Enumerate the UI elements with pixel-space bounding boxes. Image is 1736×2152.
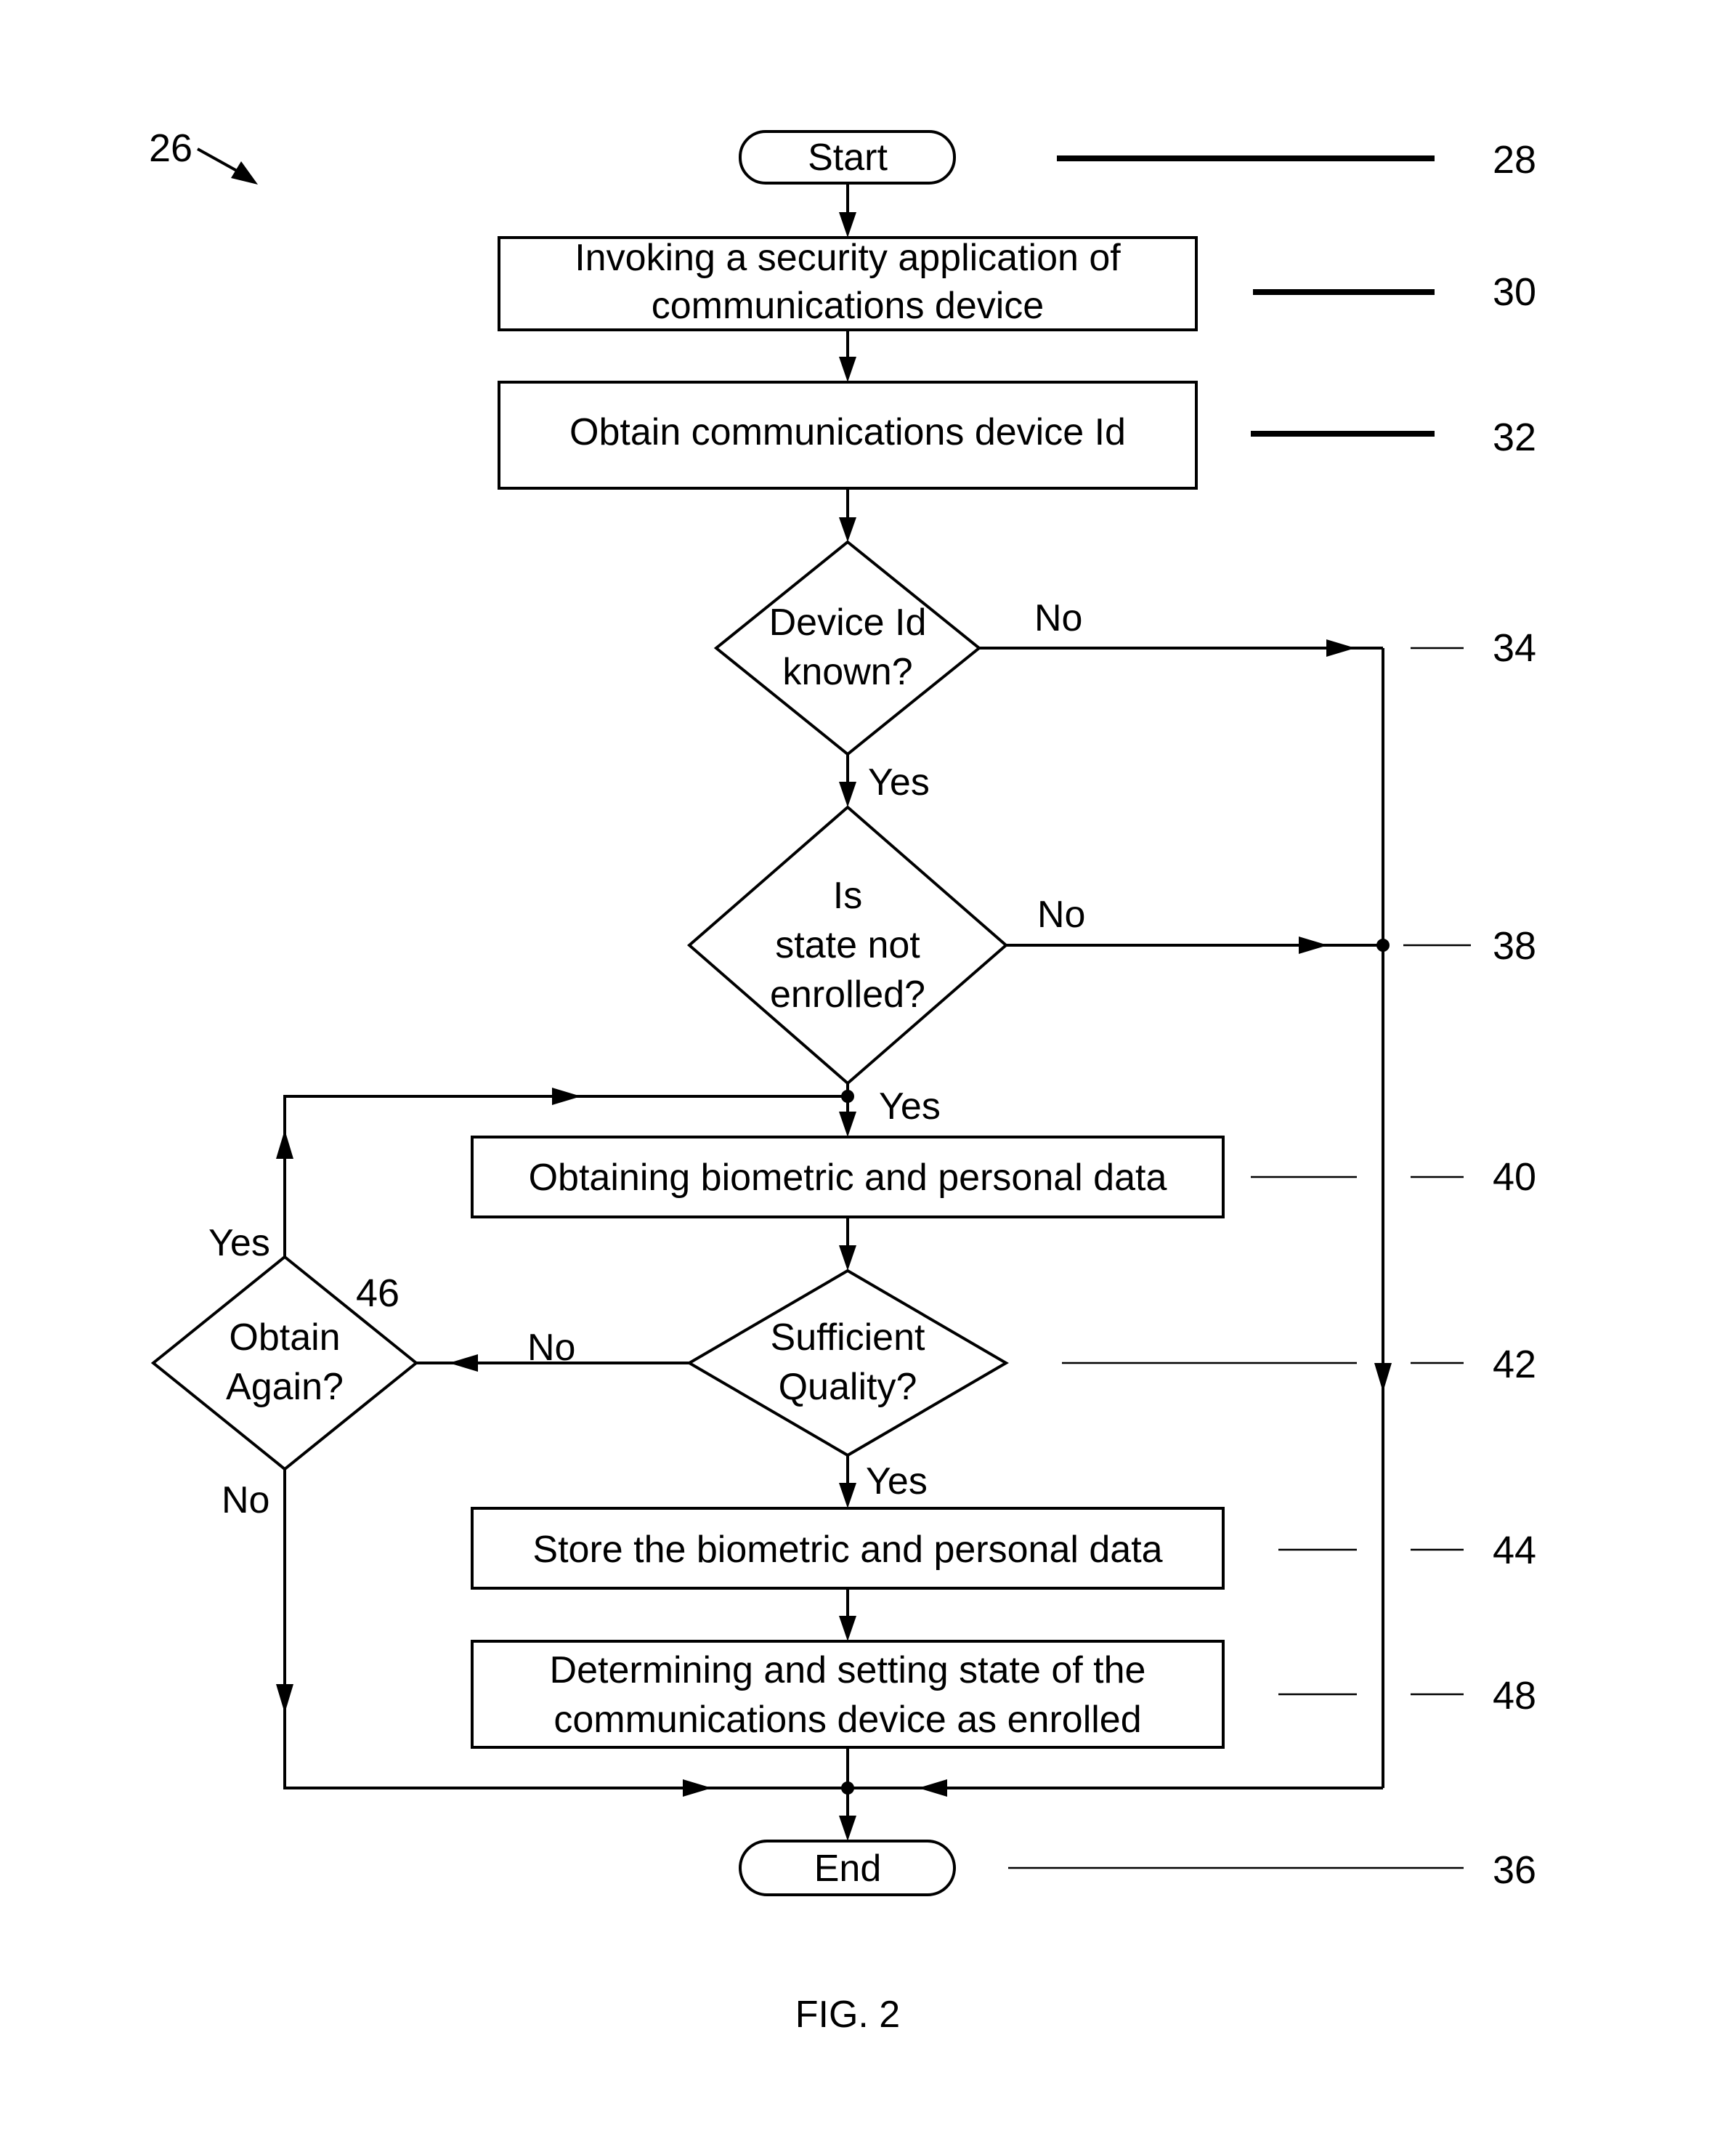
- obtain-data-label: Obtaining biometric and personal data: [529, 1157, 1167, 1199]
- not-enrolled-line-1: Is: [833, 875, 862, 917]
- quality-yes-label: Yes: [866, 1460, 928, 1502]
- device-id-known-decision: Device Id known?: [713, 540, 982, 756]
- not-enrolled-line-2: state not: [775, 924, 920, 966]
- arrow-icon: [839, 1245, 856, 1271]
- state-not-enrolled-decision: Is state not enrolled?: [686, 805, 1009, 1085]
- flowchart: 26 Start 28 Invoking a security applicat…: [149, 126, 1536, 2036]
- obtain-id-label: Obtain communications device Id: [569, 411, 1126, 453]
- ref-46: 46: [356, 1271, 399, 1315]
- figure-reference-arrow-icon: [197, 147, 258, 185]
- arrow-icon: [839, 1816, 856, 1841]
- ref-48: 48: [1493, 1674, 1536, 1718]
- arrow-icon: [683, 1779, 712, 1797]
- junction-dot: [841, 1781, 854, 1795]
- not-enrolled-line-3: enrolled?: [770, 974, 925, 1016]
- quality-line-1: Sufficient: [771, 1316, 926, 1359]
- arrow-icon: [839, 1616, 856, 1641]
- arrow-icon: [839, 212, 856, 238]
- ref-32: 32: [1493, 416, 1536, 459]
- obtain-again-no-label: No: [222, 1479, 269, 1521]
- arrow-icon: [1326, 639, 1355, 657]
- ref-38: 38: [1493, 924, 1536, 968]
- sufficient-quality-decision: Sufficient Quality?: [686, 1269, 1009, 1457]
- ref-42: 42: [1493, 1343, 1536, 1386]
- ref-30: 30: [1493, 270, 1536, 314]
- arrow-icon: [839, 357, 856, 382]
- arrow-icon: [839, 517, 856, 542]
- quality-no-label: No: [527, 1327, 575, 1369]
- arrow-icon: [276, 1684, 293, 1713]
- end-label: End: [814, 1848, 882, 1890]
- set-state-line-1: Determining and setting state of the: [550, 1649, 1146, 1691]
- obtain-again-yes-label: Yes: [208, 1222, 270, 1264]
- figure-label: FIG. 2: [795, 1994, 900, 2036]
- invoke-security-app-box: Invoking a security application of commu…: [498, 236, 1198, 331]
- device-known-line-1: Device Id: [769, 602, 927, 644]
- ref-40: 40: [1493, 1155, 1536, 1199]
- obtain-biometric-data-box: Obtaining biometric and personal data: [471, 1136, 1225, 1218]
- device-known-line-2: known?: [782, 651, 912, 693]
- store-data-box: Store the biometric and personal data: [471, 1507, 1225, 1590]
- arrow-icon: [552, 1088, 581, 1105]
- obtain-again-line-2: Again?: [226, 1366, 344, 1408]
- arrow-icon: [839, 1112, 856, 1137]
- set-state-line-2: communications device as enrolled: [553, 1699, 1141, 1741]
- invoke-line-2: communications device: [652, 285, 1044, 327]
- arrow-icon: [1374, 1363, 1392, 1392]
- obtain-device-id-box: Obtain communications device Id: [498, 381, 1198, 490]
- device-known-no-label: No: [1034, 597, 1082, 639]
- ref-44: 44: [1493, 1529, 1536, 1572]
- obtain-again-line-1: Obtain: [229, 1316, 340, 1359]
- arrow-icon: [918, 1779, 947, 1797]
- arrow-icon: [839, 1483, 856, 1508]
- quality-line-2: Quality?: [779, 1366, 917, 1408]
- start-node: Start: [739, 130, 956, 185]
- figure-reference: 26: [149, 126, 192, 170]
- set-state-enrolled-box: Determining and setting state of the com…: [471, 1640, 1225, 1749]
- arrow-icon: [449, 1354, 478, 1372]
- start-label: Start: [808, 137, 888, 179]
- arrow-icon: [1299, 937, 1328, 954]
- arrow-icon: [276, 1130, 293, 1159]
- not-enrolled-yes-label: Yes: [879, 1085, 941, 1128]
- arrow-icon: [839, 782, 856, 807]
- ref-28: 28: [1493, 138, 1536, 182]
- end-node: End: [739, 1840, 956, 1896]
- ref-34: 34: [1493, 626, 1536, 670]
- not-enrolled-no-label: No: [1037, 894, 1085, 936]
- device-known-yes-label: Yes: [868, 761, 930, 804]
- invoke-line-1: Invoking a security application of: [575, 237, 1121, 279]
- ref-36: 36: [1493, 1848, 1536, 1892]
- store-label: Store the biometric and personal data: [532, 1529, 1162, 1571]
